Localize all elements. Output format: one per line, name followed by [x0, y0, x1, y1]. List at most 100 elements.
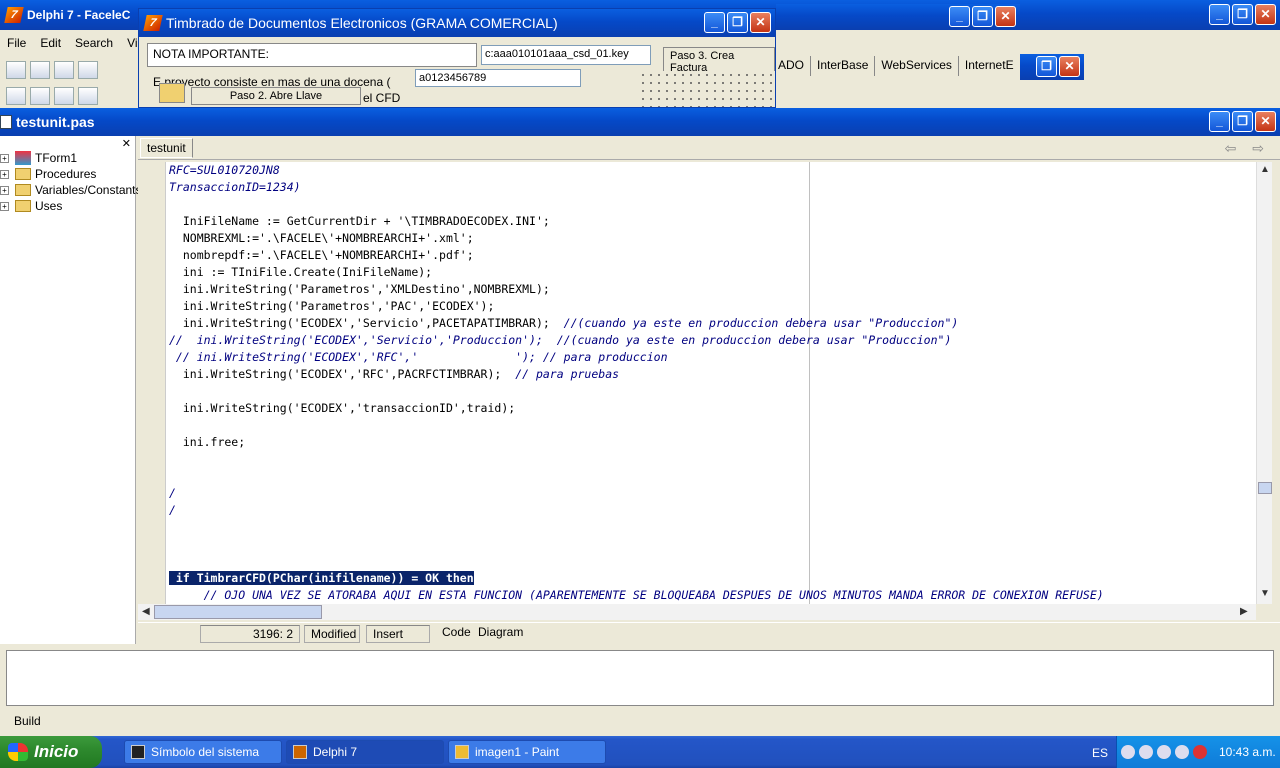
step2-open-key-button[interactable]: Paso 2. Abre Llave [191, 87, 361, 105]
delphi-icon [293, 745, 307, 759]
security-icon[interactable] [1175, 745, 1189, 759]
start-button[interactable]: Inicio [0, 736, 102, 768]
new-form-icon[interactable] [78, 87, 98, 105]
code-line[interactable]: ini.free; [169, 434, 245, 451]
messages-tabstrip: Build [0, 712, 1280, 736]
editor-statusbar: 3196: 2 Modified Insert Code Diagram [138, 622, 1280, 644]
horizontal-scrollbar[interactable]: ◀ ▶ [138, 604, 1256, 620]
dialog-titlebar[interactable]: 7 Timbrado de Documentos Electronicos (G… [139, 9, 775, 37]
navigation-arrows[interactable]: ⇦ ⇨ [1225, 140, 1270, 157]
tree-item-tform1[interactable]: + TForm1 [0, 150, 77, 166]
menu-search[interactable]: Search [68, 36, 120, 50]
editor-gutter [138, 162, 166, 604]
folder-icon [15, 184, 31, 196]
expand-icon[interactable]: + [0, 185, 9, 195]
scroll-right-icon[interactable]: ▶ [1240, 606, 1248, 617]
messages-list[interactable] [6, 650, 1274, 706]
code-line[interactable]: ini := TIniFile.Create(IniFileName); [169, 264, 432, 281]
open-icon[interactable] [30, 61, 50, 79]
view-unit-icon[interactable] [6, 87, 26, 105]
code-line[interactable]: RFC=SUL010720JN8 [169, 162, 280, 179]
expand-icon[interactable]: + [0, 169, 9, 179]
code-explorer: ✕ + TForm1 + Procedures + Variables/Cons… [0, 136, 142, 644]
open-file-button[interactable] [159, 83, 185, 103]
maximize-button[interactable]: ❐ [1036, 56, 1057, 77]
code-line[interactable]: nombrepdf:='.\FACELE\'+NOMBREARCHI+'.pdf… [169, 247, 474, 264]
tray-arrow-icon[interactable] [1121, 745, 1135, 759]
maximize-button[interactable]: ❐ [727, 12, 748, 33]
palette-tab-interbase[interactable]: InterBase [811, 56, 876, 76]
new-icon[interactable] [6, 61, 26, 79]
messenger-icon[interactable] [1157, 745, 1171, 759]
minimize-button[interactable]: _ [1209, 111, 1230, 132]
language-indicator[interactable]: ES [1092, 746, 1108, 760]
code-line[interactable]: ini.WriteString('Parametros','XMLDestino… [169, 281, 550, 298]
toggle-icon[interactable] [54, 87, 74, 105]
editor-titlebar[interactable]: testunit.pas _ ❐ ✕ [0, 108, 1280, 136]
menu-edit[interactable]: Edit [33, 36, 68, 50]
network-icon[interactable] [1139, 745, 1153, 759]
expand-icon[interactable]: + [0, 153, 9, 163]
code-line[interactable]: // ini.WriteString('ECODEX','Servicio','… [169, 332, 951, 349]
vertical-scrollbar[interactable]: ▲ ▼ [1256, 162, 1272, 604]
dialog-title: Timbrado de Documentos Electronicos (GRA… [166, 15, 558, 31]
minimize-button[interactable]: _ [704, 12, 725, 33]
tab-build[interactable]: Build [14, 714, 41, 728]
save-icon[interactable] [54, 61, 74, 79]
close-button[interactable]: ✕ [1255, 4, 1276, 25]
code-line[interactable]: TransaccionID=1234) [169, 179, 301, 196]
tab-code[interactable]: Code [442, 625, 471, 639]
tree-item-variables[interactable]: + Variables/Constants [0, 182, 142, 198]
tree-item-uses[interactable]: + Uses [0, 198, 62, 214]
password-input[interactable]: a0123456789 [415, 69, 581, 87]
close-button[interactable]: ✕ [1059, 56, 1080, 77]
close-button[interactable]: ✕ [750, 12, 771, 33]
note-label: NOTA IMPORTANTE: [147, 43, 477, 67]
close-button[interactable]: ✕ [1255, 111, 1276, 132]
task-command-prompt[interactable]: Símbolo del sistema [124, 740, 282, 764]
modified-indicator: Modified [304, 625, 360, 643]
view-form-icon[interactable] [30, 87, 50, 105]
code-line[interactable]: ini.WriteString('ECODEX','Servicio',PACE… [169, 315, 958, 332]
task-paint[interactable]: imagen1 - Paint [448, 740, 606, 764]
code-line[interactable]: ini.WriteString('ECODEX','transaccionID'… [169, 400, 515, 417]
scroll-left-icon[interactable]: ◀ [142, 606, 150, 617]
maximize-button[interactable]: ❐ [972, 6, 993, 27]
menubar: File Edit Search Vie [0, 30, 152, 56]
object-inspector-titlebar[interactable]: _ ❐ ✕ [776, 4, 1020, 30]
code-line[interactable]: ini.WriteString('Parametros','PAC','ECOD… [169, 298, 495, 315]
palette-tab-internet[interactable]: InternetE [959, 56, 1021, 76]
code-line[interactable]: // OJO UNA VEZ SE ATORABA AQUI EN ESTA F… [169, 587, 1104, 604]
minimize-button[interactable]: _ [1209, 4, 1230, 25]
secondary-window-titlebar[interactable]: ❐ ✕ [1020, 54, 1084, 80]
close-icon[interactable]: ✕ [122, 137, 131, 150]
scrollbar-thumb[interactable] [154, 605, 322, 619]
scroll-down-icon[interactable]: ▼ [1260, 588, 1270, 599]
palette-tab-webservices[interactable]: WebServices [875, 56, 959, 76]
task-delphi[interactable]: Delphi 7 [286, 740, 444, 764]
scrollbar-thumb[interactable] [1258, 482, 1272, 494]
tab-diagram[interactable]: Diagram [478, 625, 523, 639]
scroll-up-icon[interactable]: ▲ [1260, 164, 1270, 175]
menu-file[interactable]: File [0, 36, 33, 50]
code-line[interactable]: IniFileName := GetCurrentDir + '\TIMBRAD… [169, 213, 550, 230]
maximize-button[interactable]: ❐ [1232, 111, 1253, 132]
code-line[interactable]: / [169, 502, 176, 519]
tab-testunit[interactable]: testunit [140, 138, 193, 158]
expand-icon[interactable]: + [0, 201, 9, 211]
tree-item-procedures[interactable]: + Procedures [0, 166, 96, 182]
editor-title: testunit.pas [16, 114, 95, 130]
code-line[interactable]: / [169, 485, 176, 502]
code-line[interactable]: // ini.WriteString('ECODEX','RFC',' '); … [169, 349, 668, 366]
code-line[interactable]: NOMBREXML:='.\FACELE\'+NOMBREARCHI+'.xml… [169, 230, 474, 247]
maximize-button[interactable]: ❐ [1232, 4, 1253, 25]
key-file-input[interactable]: c:aaa010101aaa_csd_01.key [481, 45, 651, 65]
code-editor[interactable]: RFC=SUL010720JN8 TransaccionID=1234) IniF… [138, 162, 1256, 604]
close-button[interactable]: ✕ [995, 6, 1016, 27]
save-all-icon[interactable] [78, 61, 98, 79]
antivirus-icon[interactable] [1193, 745, 1207, 759]
code-line[interactable]: ini.WriteString('ECODEX','RFC',PACRFCTIM… [169, 366, 619, 383]
code-line[interactable]: if TimbrarCFD(PChar(inifilename)) = OK t… [169, 570, 474, 587]
minimize-button[interactable]: _ [949, 6, 970, 27]
palette-tab-ado[interactable]: ADO [772, 56, 812, 76]
